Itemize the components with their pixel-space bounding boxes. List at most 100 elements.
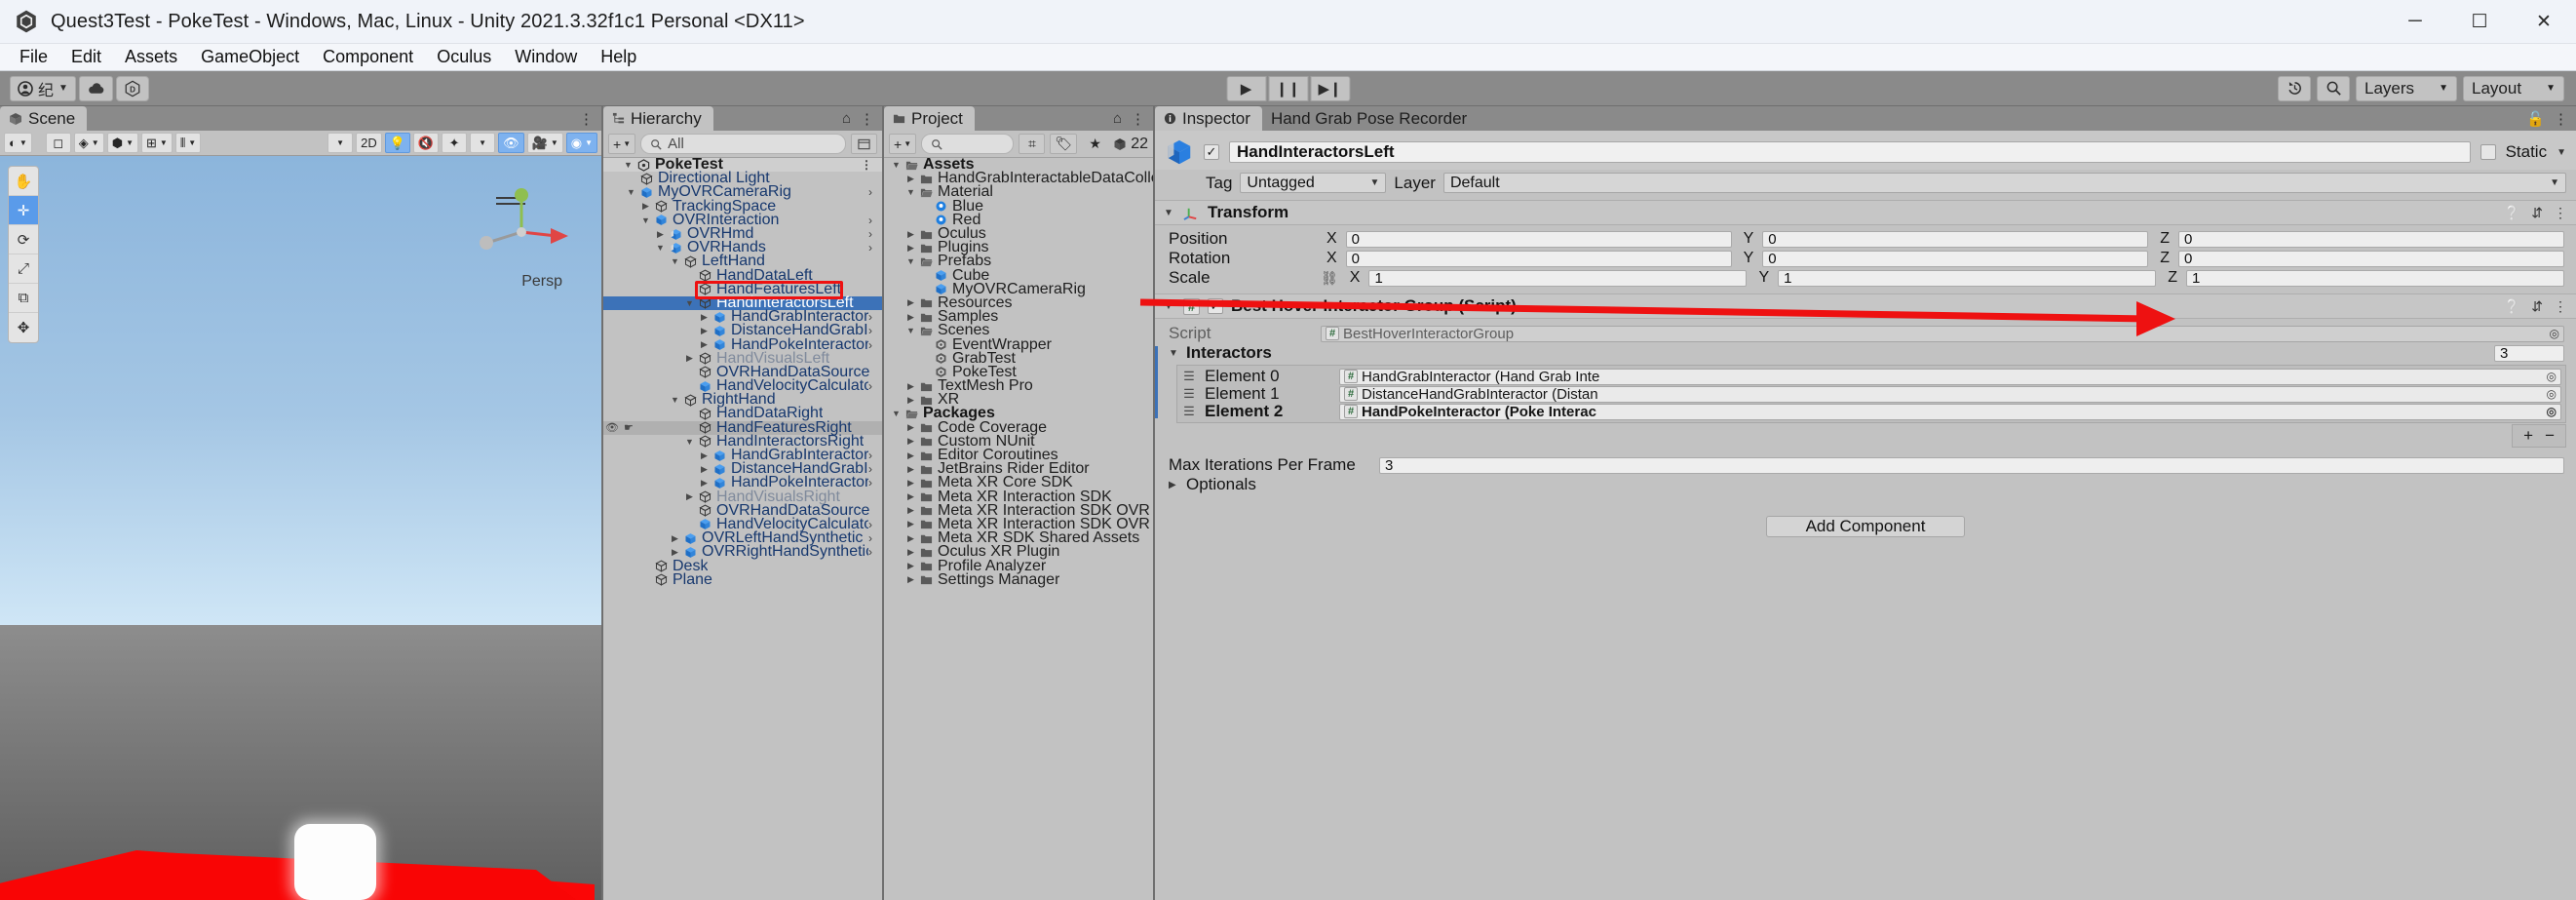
chevron-down-icon[interactable]: ▼ <box>624 187 638 197</box>
project-item-red[interactable]: Red <box>884 212 1153 228</box>
project-item-eventwrapper[interactable]: EventWrapper <box>884 336 1153 353</box>
eye-icon[interactable]: 👁 <box>605 421 619 434</box>
chevron-down-icon[interactable]: ▼ <box>682 298 697 308</box>
project-item-samples[interactable]: ▶ Samples <box>884 308 1153 325</box>
chevron-right-icon[interactable]: ▶ <box>1169 480 1180 490</box>
project-item-textmesh-pro[interactable]: ▶ TextMesh Pro <box>884 377 1153 394</box>
chevron-right-icon[interactable]: › <box>868 214 882 227</box>
project-item-oculus[interactable]: ▶ Oculus <box>884 225 1153 242</box>
preset-icon[interactable]: ⇵ <box>2531 298 2543 315</box>
chevron-right-icon[interactable]: ▶ <box>638 201 653 212</box>
menu-window[interactable]: Window <box>503 44 589 70</box>
chevron-right-icon[interactable]: › <box>868 338 882 352</box>
project-item-prefabs[interactable]: ▼ Prefabs <box>884 253 1153 269</box>
project-item-myovrcamerarig[interactable]: MyOVRCameraRig <box>884 281 1153 297</box>
hierarchy-add-button[interactable]: + ▼ <box>608 134 636 154</box>
chevron-down-icon[interactable]: ▼ <box>904 187 918 197</box>
tab-scene[interactable]: Scene <box>0 106 88 131</box>
chevron-right-icon[interactable]: ▶ <box>904 478 918 489</box>
tag-dropdown[interactable]: Untagged ▼ <box>1240 173 1387 193</box>
hierarchy-item-ovrrighthandsynthetic[interactable]: ▶ OVRRightHandSynthetic › <box>603 543 882 560</box>
toolbar-search-button[interactable] <box>2317 75 2350 101</box>
chevron-right-icon[interactable]: › <box>868 476 882 489</box>
transform-component-header[interactable]: ▼ Transform ❔ ⇵ ⋮ <box>1155 200 2576 225</box>
menu-gameobject[interactable]: GameObject <box>189 44 311 70</box>
rotation-z-input[interactable]: 0 <box>2178 250 2564 267</box>
chevron-down-icon[interactable]: ▼ <box>668 395 682 405</box>
constrain-proportions-icon[interactable]: ⛓ <box>1321 270 1338 287</box>
chevron-down-icon[interactable]: ▼ <box>621 160 635 170</box>
help-icon[interactable]: ❔ <box>2504 298 2520 315</box>
chevron-right-icon[interactable]: › <box>868 241 882 254</box>
chevron-right-icon[interactable]: ▶ <box>653 229 668 240</box>
scene-grid-dropdown[interactable]: ⊞ ▼ <box>140 133 173 153</box>
menu-component[interactable]: Component <box>311 44 425 70</box>
kebab-menu-icon[interactable]: ⋮ <box>860 110 874 128</box>
hand-pointer-icon[interactable]: ☛ <box>624 421 634 434</box>
hierarchy-item-desk[interactable]: Desk <box>603 558 882 574</box>
position-x-input[interactable]: 0 <box>1345 230 1732 248</box>
chevron-right-icon[interactable]: ▶ <box>904 422 918 433</box>
hierarchy-search-options[interactable] <box>851 134 877 154</box>
menu-edit[interactable]: Edit <box>59 44 113 70</box>
chevron-right-icon[interactable]: ▶ <box>682 491 697 502</box>
chevron-right-icon[interactable]: › <box>868 449 882 462</box>
chevron-right-icon[interactable]: › <box>868 324 882 337</box>
project-search-filter-type[interactable]: ⌗ <box>1019 134 1046 154</box>
chevron-right-icon[interactable]: › <box>868 379 882 393</box>
scene-lighting-toggle[interactable]: 💡 <box>384 133 410 153</box>
chevron-right-icon[interactable]: ▶ <box>697 478 711 489</box>
menu-assets[interactable]: Assets <box>113 44 189 70</box>
hierarchy-search-input[interactable]: All <box>640 134 846 154</box>
chevron-right-icon[interactable]: ▶ <box>904 491 918 502</box>
scale-tool-icon[interactable]: ⤢ <box>9 254 38 284</box>
chevron-right-icon[interactable]: ▶ <box>904 312 918 323</box>
chevron-down-icon[interactable]: ▼ <box>638 215 653 225</box>
scene-camera-mode-dropdown[interactable]: ⬢ ▼ <box>106 133 138 153</box>
pause-button[interactable]: ❙❙ <box>1268 75 1308 101</box>
scene-gizmo-toggle[interactable]: ◻ <box>45 133 71 153</box>
chevron-right-icon[interactable]: › <box>868 462 882 476</box>
project-favorites-icon[interactable]: ★ <box>1082 134 1108 154</box>
chevron-right-icon[interactable]: › <box>868 185 882 199</box>
chevron-right-icon[interactable]: ▶ <box>904 395 918 406</box>
project-item-grabtest[interactable]: GrabTest <box>884 350 1153 367</box>
kebab-menu-icon[interactable]: ⋮ <box>579 110 594 128</box>
project-item-blue[interactable]: Blue <box>884 198 1153 215</box>
kebab-menu-icon[interactable]: ⋮ <box>2554 205 2567 221</box>
move-tool-icon[interactable]: ✛ <box>9 196 38 225</box>
scene-camera-settings[interactable]: 🎥 ▼ <box>526 133 563 153</box>
object-enabled-checkbox[interactable]: ✓ <box>1204 144 1219 160</box>
scene-snap-dropdown[interactable]: ⫴ ▼ <box>174 133 202 153</box>
chevron-right-icon[interactable]: ▶ <box>904 381 918 392</box>
chevron-down-icon[interactable]: ▼ <box>904 326 918 335</box>
chevron-down-icon[interactable]: ▼ <box>1169 348 1180 359</box>
menu-help[interactable]: Help <box>589 44 648 70</box>
chevron-down-icon[interactable]: ▼ <box>668 256 682 266</box>
project-search-filter-label[interactable]: 🏷 <box>1050 134 1078 154</box>
rotation-y-input[interactable]: 0 <box>1762 250 2149 267</box>
chevron-right-icon[interactable]: ▶ <box>697 326 711 336</box>
object-picker-icon[interactable]: ◎ <box>2547 387 2557 401</box>
chevron-right-icon[interactable]: › <box>868 531 882 545</box>
lock-icon[interactable]: 🔓 <box>2526 110 2545 128</box>
object-picker-icon[interactable]: ◎ <box>2547 405 2557 418</box>
chevron-right-icon[interactable]: ▶ <box>697 464 711 475</box>
chevron-right-icon[interactable]: ▶ <box>697 450 711 461</box>
transform-tool-icon[interactable]: ✥ <box>9 313 38 342</box>
layout-dropdown[interactable]: Layout ▼ <box>2463 75 2564 101</box>
add-component-button[interactable]: Add Component <box>1766 516 1965 537</box>
minimize-button[interactable]: ─ <box>2383 0 2447 44</box>
chevron-right-icon[interactable]: ▶ <box>904 561 918 571</box>
kebab-menu-icon[interactable]: ⋮ <box>861 158 882 172</box>
chevron-right-icon[interactable]: ▶ <box>904 519 918 529</box>
chevron-down-icon[interactable]: ▼ <box>889 160 904 170</box>
layers-dropdown[interactable]: Layers ▼ <box>2356 75 2457 101</box>
help-icon[interactable]: ❔ <box>2504 205 2520 221</box>
project-add-button[interactable]: + ▼ <box>889 134 917 154</box>
object-picker-icon[interactable]: ◎ <box>2550 327 2559 340</box>
chevron-right-icon[interactable]: ▶ <box>697 339 711 350</box>
chevron-right-icon[interactable]: › <box>868 518 882 531</box>
project-item-material[interactable]: ▼ Material <box>884 183 1153 200</box>
chevron-down-icon[interactable]: ▼ <box>1164 208 1175 218</box>
